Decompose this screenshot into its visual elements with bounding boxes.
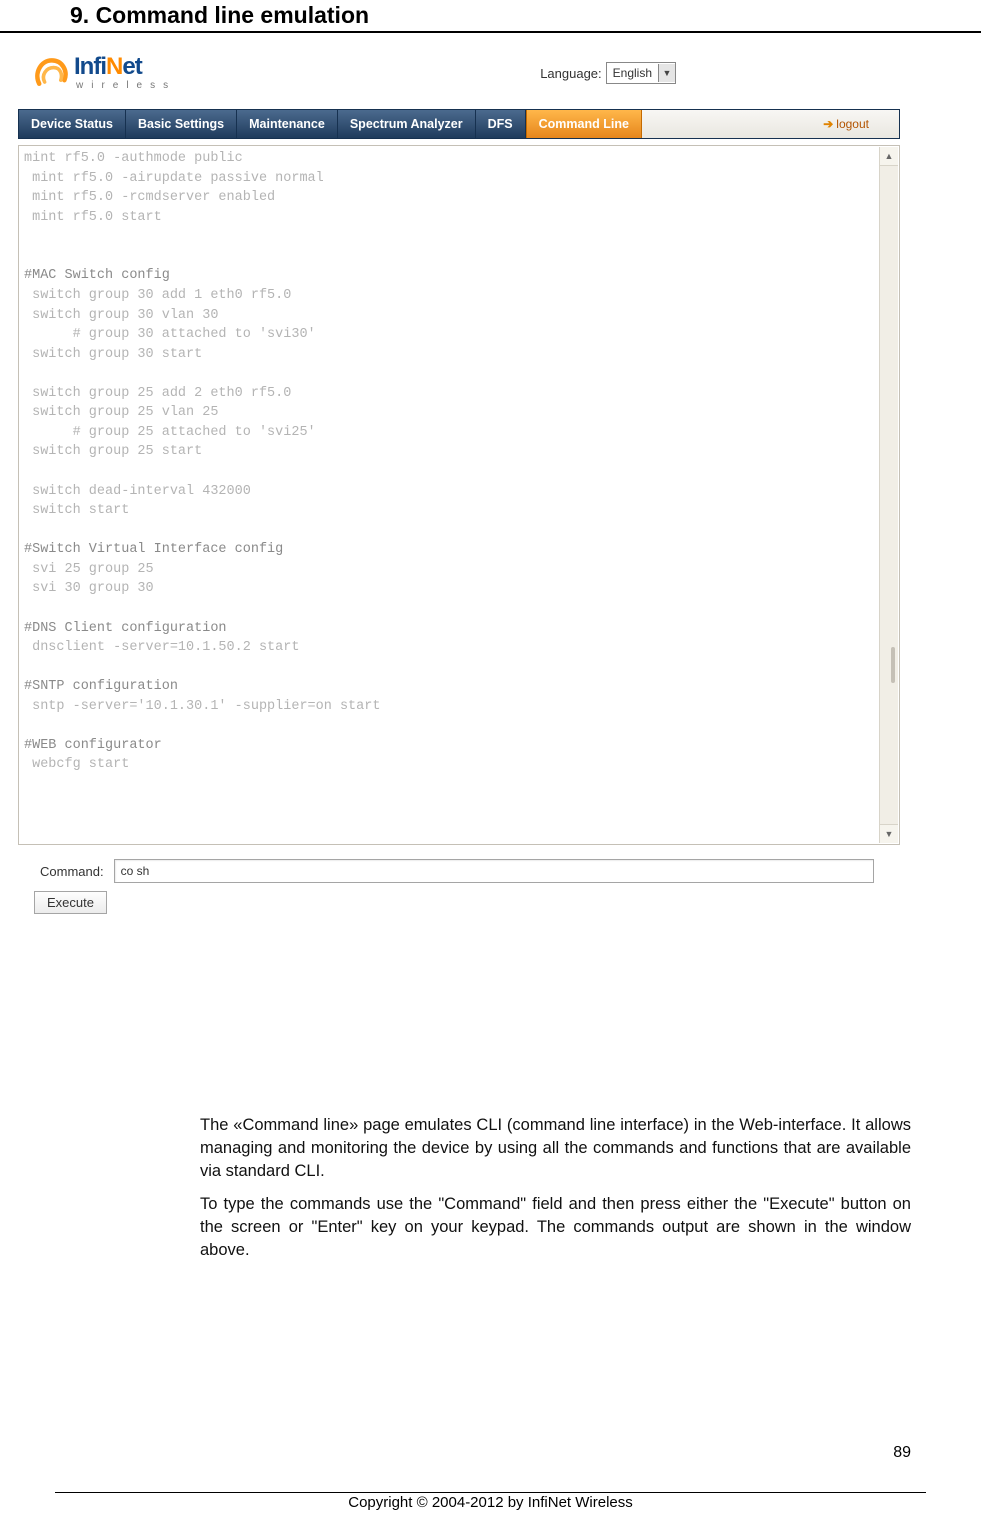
logo-text-top: InfiNet (74, 55, 176, 79)
tab-basic-settings[interactable]: Basic Settings (126, 110, 237, 138)
app-header: InfiNet wireless Language: English ▼ (18, 45, 900, 93)
logo-icon (32, 55, 68, 91)
copyright: Copyright © 2004-2012 by InfiNet Wireles… (0, 1494, 981, 1511)
footer-divider (55, 1492, 926, 1493)
page-number: 89 (893, 1444, 911, 1462)
scroll-thumb-indicator (891, 647, 895, 683)
console-output: mint rf5.0 -authmode public mint rf5.0 -… (18, 145, 900, 845)
scrollbar[interactable]: ▲ ▼ (879, 147, 898, 843)
section-heading: 9. Command line emulation (0, 0, 981, 33)
language-select[interactable]: English ▼ (606, 62, 676, 84)
command-label: Command: (40, 864, 104, 879)
logout-label: logout (836, 117, 869, 131)
scroll-up-icon[interactable]: ▲ (880, 147, 898, 166)
tab-command-line[interactable]: Command Line (526, 110, 642, 138)
language-value: English (607, 66, 658, 80)
body-paragraph-1: The «Command line» page emulates CLI (co… (200, 1114, 911, 1183)
logout-icon: ➔ (823, 117, 833, 131)
logo: InfiNet wireless (32, 55, 176, 91)
tab-spectrum-analyzer[interactable]: Spectrum Analyzer (338, 110, 476, 138)
logout-link[interactable]: ➔ logout (642, 110, 899, 138)
logo-text-sub: wireless (74, 81, 176, 91)
tab-bar: Device Status Basic Settings Maintenance… (18, 109, 900, 139)
tab-maintenance[interactable]: Maintenance (237, 110, 338, 138)
tab-device-status[interactable]: Device Status (19, 110, 126, 138)
execute-button[interactable]: Execute (34, 891, 107, 914)
tab-dfs[interactable]: DFS (476, 110, 526, 138)
command-input[interactable] (114, 859, 874, 883)
chevron-down-icon: ▼ (658, 64, 675, 82)
console-text: mint rf5.0 -authmode public mint rf5.0 -… (24, 149, 873, 775)
screenshot-panel: InfiNet wireless Language: English ▼ Dev… (18, 45, 900, 914)
scroll-down-icon[interactable]: ▼ (880, 824, 898, 843)
language-label: Language: (540, 66, 601, 81)
body-paragraph-2: To type the commands use the "Command" f… (200, 1193, 911, 1262)
